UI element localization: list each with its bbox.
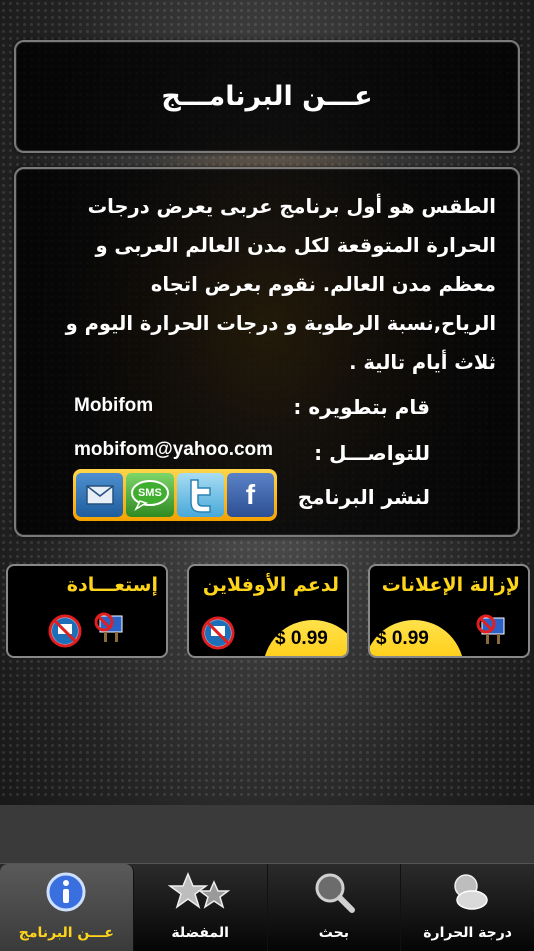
no-ads-icon (476, 614, 505, 644)
tab-bar: عـــن البرنامج المفضلة بحث درجة الحرارة (0, 863, 534, 951)
stars-icon (168, 872, 231, 909)
restore-label: إستعـــادة (66, 574, 158, 596)
search-icon (315, 873, 355, 913)
sms-share-button[interactable]: SMS (126, 473, 174, 517)
facebook-share-button[interactable]: f (226, 473, 274, 517)
weather-icon (453, 874, 488, 910)
offline-support-label: لدعم الأوفلاين (202, 574, 339, 596)
tab-about-label: عـــن البرنامج (18, 925, 114, 941)
tab-favorites[interactable]: المفضلة (134, 864, 268, 951)
ad-banner-area (0, 805, 534, 863)
twitter-icon (190, 479, 211, 513)
share-bar: SMS f (73, 469, 277, 521)
about-panel: الطقس هو أول برنامج عربى يعرض درجات الحر… (14, 167, 520, 537)
no-offline-icon (48, 614, 82, 648)
offline-support-purchase-button[interactable]: لدعم الأوفلاين $ 0.99 (187, 564, 349, 658)
mail-icon (85, 485, 114, 505)
no-ads-icon (94, 612, 123, 642)
app-description: الطقس هو أول برنامج عربى يعرض درجات الحر… (65, 195, 496, 374)
developer-label: قام بتطويره : (293, 395, 430, 419)
title-panel: عـــن البرنامـــج (14, 40, 520, 153)
facebook-icon: f (245, 479, 256, 510)
offline-support-price-badge: $ 0.99 (263, 620, 347, 656)
share-label: لنشر البرنامج (297, 485, 430, 509)
tab-temperature-label: درجة الحرارة (423, 925, 512, 941)
restore-purchases-button[interactable]: إستعـــادة (6, 564, 168, 658)
tab-search-label: بحث (318, 925, 349, 941)
remove-ads-purchase-button[interactable]: لإزالة الإعلانات $ 0.99 (368, 564, 530, 658)
tab-favorites-label: المفضلة (171, 925, 229, 941)
twitter-share-button[interactable] (176, 473, 224, 517)
remove-ads-price-badge: $ 0.99 (370, 620, 464, 656)
remove-ads-label: لإزالة الإعلانات (381, 574, 520, 596)
sms-share-text: SMS (137, 487, 162, 499)
developer-value: Mobifom (74, 395, 154, 416)
tab-temperature[interactable]: درجة الحرارة (401, 864, 534, 951)
contact-email-link[interactable]: mobifom@yahoo.com (74, 439, 273, 461)
tab-about[interactable]: عـــن البرنامج (0, 864, 134, 951)
page-title: عـــن البرنامـــج (161, 81, 373, 112)
info-icon (46, 872, 86, 912)
no-offline-icon (201, 616, 235, 650)
tab-search[interactable]: بحث (268, 864, 402, 951)
contact-label: للتواصـــل : (314, 441, 430, 465)
email-share-button[interactable] (76, 473, 124, 517)
